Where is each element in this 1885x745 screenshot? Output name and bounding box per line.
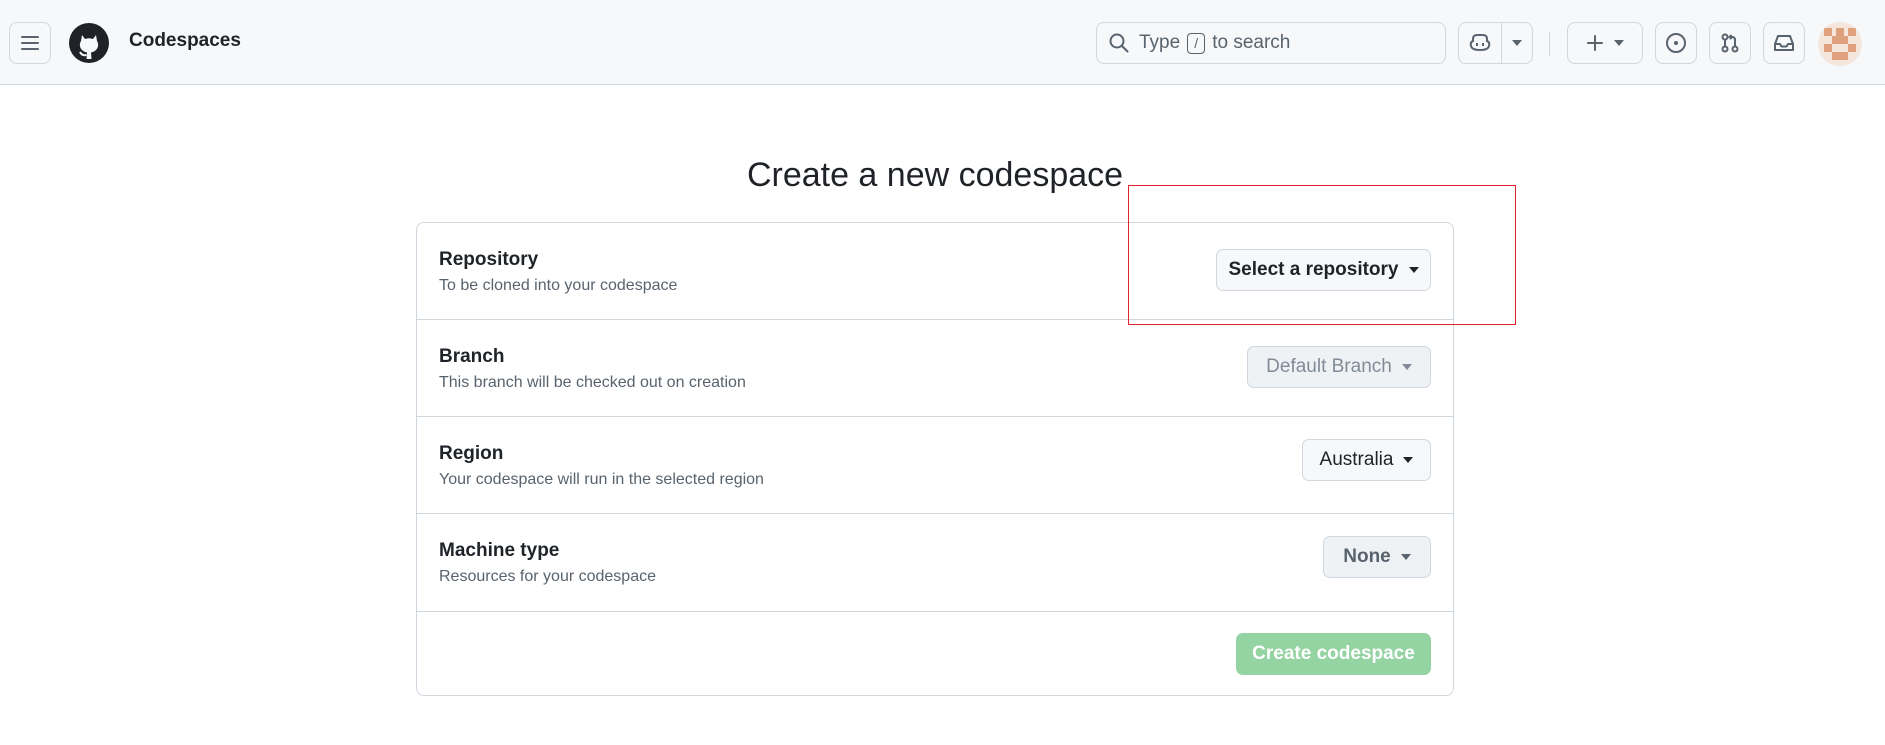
inbox-button[interactable] — [1763, 22, 1805, 64]
search-shortcut-key: / — [1187, 32, 1206, 54]
copilot-icon — [1469, 34, 1491, 52]
chevron-down-icon — [1401, 364, 1412, 370]
page-title: Create a new codespace — [746, 155, 1124, 194]
create-new-button[interactable] — [1567, 22, 1643, 64]
menu-button[interactable] — [9, 22, 51, 64]
region-label: Region — [439, 443, 504, 464]
copilot-dropdown-button[interactable] — [1502, 23, 1532, 63]
region-row: Region Your codespace will run in the se… — [417, 417, 1453, 514]
copilot-button[interactable] — [1459, 23, 1503, 63]
chevron-down-icon — [1614, 40, 1624, 46]
chevron-down-icon — [1400, 554, 1411, 560]
branch-dropdown-label: Default Branch — [1266, 356, 1392, 377]
plus-icon — [1587, 35, 1603, 51]
form-footer: Create codespace — [417, 611, 1453, 695]
issues-button[interactable] — [1655, 22, 1697, 64]
repository-label: Repository — [439, 249, 539, 270]
menu-icon — [21, 36, 39, 50]
branch-label: Branch — [439, 346, 505, 367]
repository-description: To be cloned into your codespace — [439, 277, 678, 294]
machine-type-dropdown-label: None — [1343, 546, 1391, 567]
machine-type-row: Machine type Resources for your codespac… — [417, 514, 1453, 611]
search-placeholder-prefix: Type — [1139, 32, 1181, 53]
chevron-down-icon — [1512, 40, 1523, 46]
issues-icon — [1666, 33, 1686, 53]
avatar[interactable] — [1818, 22, 1862, 66]
search-icon — [1109, 33, 1129, 53]
region-dropdown-label: Australia — [1319, 449, 1394, 470]
app-title[interactable]: Codespaces — [129, 30, 241, 52]
search-placeholder-suffix: to search — [1212, 32, 1291, 53]
pull-request-icon — [1721, 33, 1739, 53]
github-logo-icon[interactable] — [68, 22, 110, 64]
region-description: Your codespace will run in the selected … — [439, 471, 764, 488]
header-divider — [1549, 32, 1550, 56]
machine-type-description: Resources for your codespace — [439, 568, 656, 585]
branch-description: This branch will be checked out on creat… — [439, 374, 746, 391]
inbox-icon — [1774, 35, 1794, 51]
copilot-button-group — [1458, 22, 1533, 64]
top-header: Codespaces Type / to search — [0, 0, 1885, 85]
region-dropdown[interactable]: Australia — [1302, 439, 1431, 481]
branch-row: Branch This branch will be checked out o… — [417, 320, 1453, 417]
machine-type-label: Machine type — [439, 540, 560, 561]
create-codespace-button[interactable]: Create codespace — [1236, 633, 1431, 675]
highlight-box — [1128, 185, 1516, 325]
search-input[interactable]: Type / to search — [1096, 22, 1446, 64]
machine-type-dropdown[interactable]: None — [1323, 536, 1431, 578]
chevron-down-icon — [1403, 457, 1414, 463]
branch-dropdown[interactable]: Default Branch — [1247, 346, 1431, 388]
pull-requests-button[interactable] — [1709, 22, 1751, 64]
